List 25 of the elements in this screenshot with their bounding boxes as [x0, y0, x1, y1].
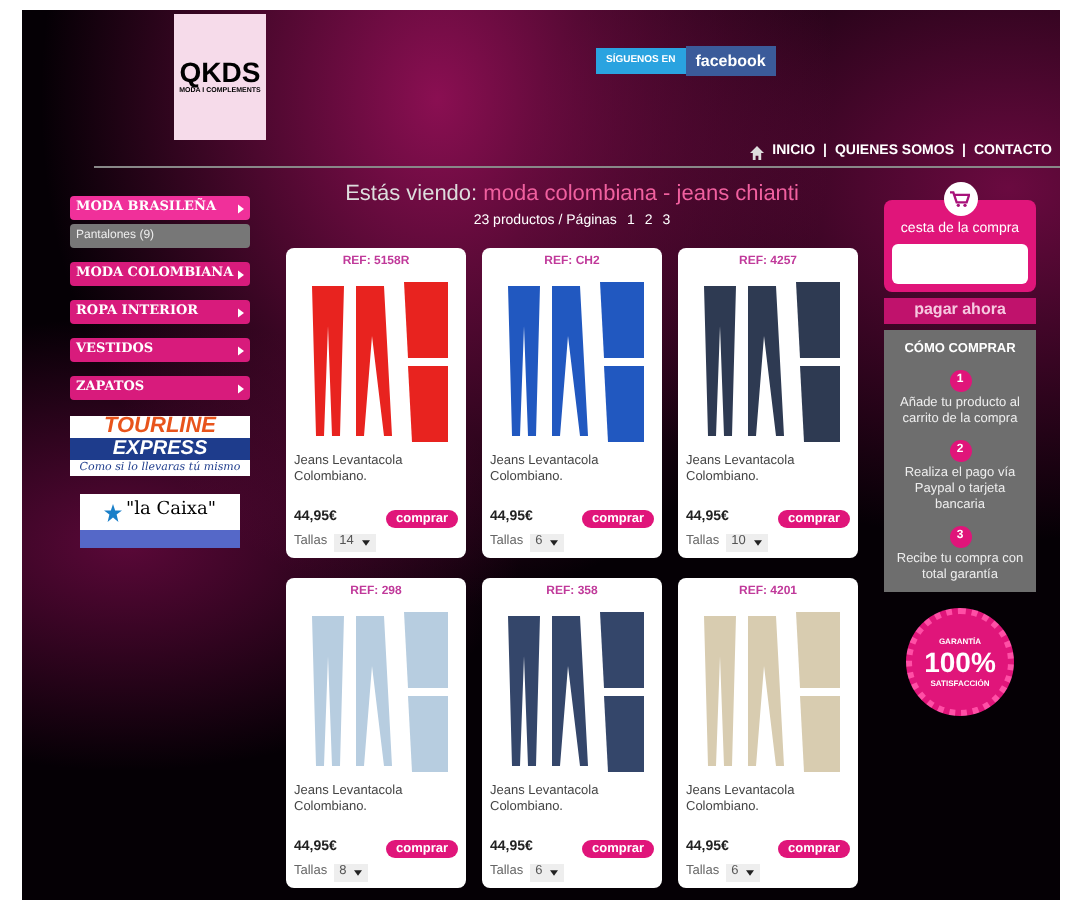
caret-icon	[746, 869, 755, 876]
star-icon	[104, 503, 123, 521]
guarantee-value: 100%	[924, 647, 996, 678]
bank-partner-logo[interactable]: "la Caixa"	[80, 494, 240, 548]
logo-text: QKDS	[179, 57, 261, 86]
chevron-right-icon	[238, 307, 244, 317]
chevron-right-icon	[238, 203, 244, 213]
caret-icon	[361, 539, 370, 546]
home-icon	[750, 145, 765, 159]
cart-contents-field	[892, 243, 1028, 283]
facebook-label: facebook	[685, 46, 776, 76]
chevron-right-icon	[238, 269, 244, 279]
chevron-right-icon	[238, 383, 244, 393]
cart-icon	[943, 182, 977, 216]
caret-icon	[550, 869, 559, 876]
partner-name: TOURLINE	[101, 416, 219, 438]
caret-icon	[550, 539, 559, 546]
partner-name: "la Caixa"	[126, 498, 216, 525]
caret-icon	[354, 869, 363, 876]
partner-subname: EXPRESS	[70, 438, 250, 460]
heading-prefix: Estás viendo:	[345, 182, 478, 206]
chevron-right-icon	[238, 345, 244, 355]
caret-icon	[753, 539, 762, 546]
heading-category: moda colombiana - jeans chianti	[483, 182, 799, 206]
pay-now-button[interactable]: pagar ahora	[884, 297, 1036, 323]
